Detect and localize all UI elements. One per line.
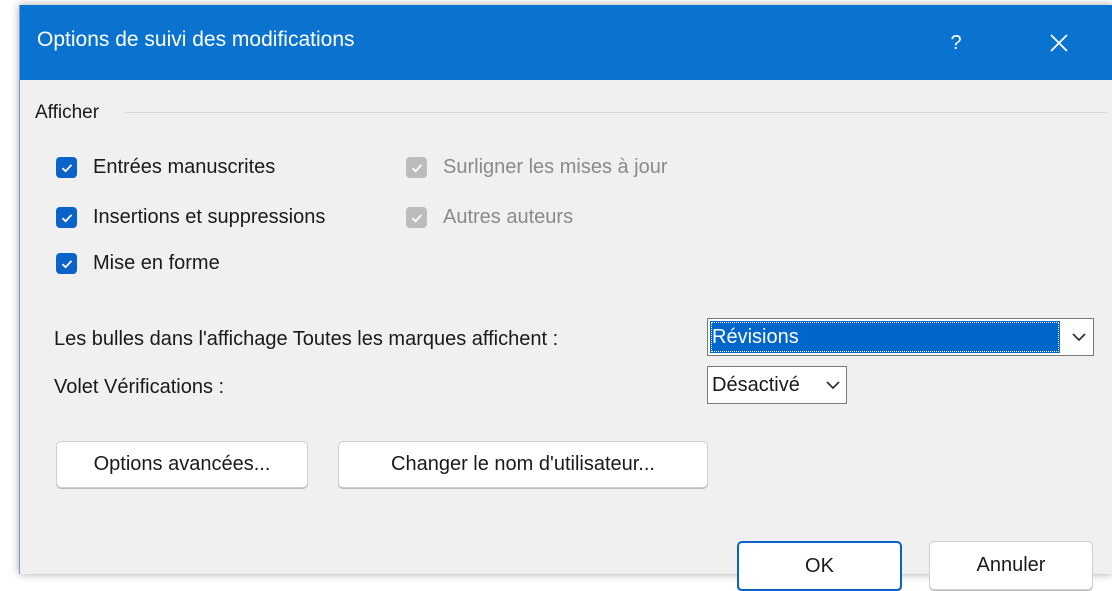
checkbox-insertions-suppressions[interactable]: Insertions et suppressions [56,206,325,229]
close-button[interactable] [1035,19,1083,67]
checkbox-checked-icon [56,157,77,178]
checkbox-mise-en-forme[interactable]: Mise en forme [56,252,220,275]
dialog-title: Options de suivi des modifications [37,28,355,51]
checkbox-autres-auteurs: Autres auteurs [406,206,573,229]
advanced-options-button[interactable]: Options avancées... [56,441,308,488]
bulles-select[interactable]: Révisions [707,318,1094,356]
checkbox-label: Autres auteurs [443,206,574,228]
checkbox-surligner-mises-a-jour: Surligner les mises à jour [406,156,668,179]
track-changes-options-dialog: Options de suivi des modifications ? Aff… [19,5,1112,591]
checkbox-label: Mise en forme [93,252,220,274]
volet-label: Volet Vérifications : [54,376,225,398]
checkbox-label: Entrées manuscrites [93,156,276,178]
chevron-down-icon [1072,333,1086,342]
change-username-button[interactable]: Changer le nom d'utilisateur... [338,441,708,488]
checkbox-checked-icon [56,253,77,274]
checkbox-checked-icon [406,157,427,178]
group-divider [125,112,1107,113]
checkbox-label: Insertions et suppressions [93,206,326,228]
volet-select[interactable]: Désactivé [707,366,847,404]
group-label-afficher: Afficher [35,102,100,123]
bulles-selected-value: Révisions [710,321,1060,353]
checkbox-checked-icon [56,207,77,228]
cancel-button[interactable]: Annuler [929,541,1093,590]
checkbox-checked-icon [406,207,427,228]
chevron-down-icon [826,381,840,390]
checkbox-label: Surligner les mises à jour [443,156,668,178]
volet-selected-value: Désactivé [712,374,800,396]
help-button[interactable]: ? [935,23,977,63]
dialog-titlebar: Options de suivi des modifications ? [20,5,1112,80]
close-icon [1050,34,1068,52]
bulles-label: Les bulles dans l'affichage Toutes les m… [54,328,559,350]
ok-button[interactable]: OK [737,541,902,591]
checkbox-entrees-manuscrites[interactable]: Entrées manuscrites [56,156,275,179]
